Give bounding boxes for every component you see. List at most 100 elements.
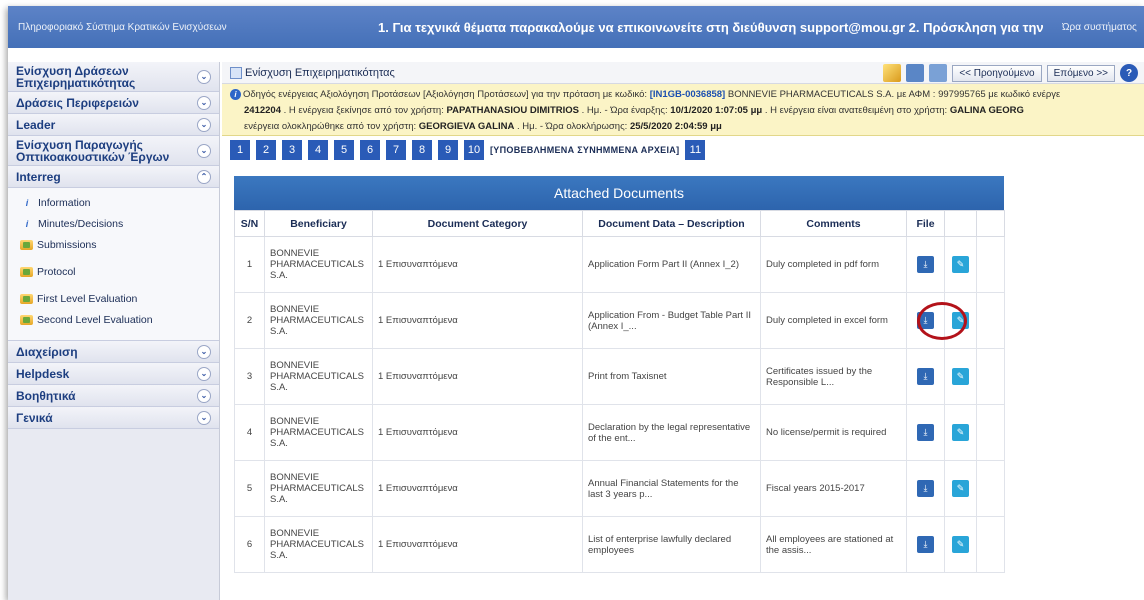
edit-document-icon[interactable]: ✎ bbox=[952, 256, 969, 273]
chevron-down-icon[interactable]: ⌄ bbox=[197, 366, 211, 381]
sidebar-item-first-level-evaluation[interactable]: First Level Evaluation bbox=[8, 288, 219, 309]
sidebar-section-business-support[interactable]: Ενίσχυση Δράσεων Επιχειρηματικότητας ⌄ bbox=[8, 62, 219, 92]
sidebar-section-management[interactable]: Διαχείριση ⌄ bbox=[8, 341, 219, 363]
sidebar-section-interreg[interactable]: Interreg ⌃ bbox=[8, 166, 219, 188]
chevron-up-icon[interactable]: ⌃ bbox=[197, 169, 211, 184]
edit-document-icon[interactable]: ✎ bbox=[952, 424, 969, 441]
page-icon bbox=[230, 66, 242, 79]
download-file-icon[interactable]: ⤓ bbox=[917, 256, 934, 273]
chevron-down-icon[interactable]: ⌄ bbox=[197, 388, 211, 403]
cell-description: Annual Financial Statements for the last… bbox=[582, 460, 761, 517]
sidebar-section-helpdesk[interactable]: Helpdesk ⌄ bbox=[8, 363, 219, 385]
step-1[interactable]: 1 bbox=[230, 140, 250, 160]
info-text: BONNEVIE PHARMACEUTICALS S.A. με ΑΦΜ : 9… bbox=[727, 89, 1061, 100]
grid-icon[interactable] bbox=[906, 64, 925, 82]
cell-empty bbox=[976, 404, 1005, 461]
sidebar-section-label: Helpdesk bbox=[16, 366, 70, 381]
sidebar-item-information[interactable]: i Information bbox=[8, 192, 219, 213]
step-4[interactable]: 4 bbox=[308, 140, 328, 160]
cell-beneficiary: BONNEVIE PHARMACEUTICALS S.A. bbox=[264, 516, 373, 573]
column-header-sn: S/N bbox=[234, 210, 265, 237]
info-value: 2412204 bbox=[244, 105, 281, 116]
cell-beneficiary: BONNEVIE PHARMACEUTICALS S.A. bbox=[264, 348, 373, 405]
sidebar-section-label: Ενίσχυση Δράσεων Επιχειρηματικότητας bbox=[16, 63, 136, 90]
table-row: 4 BONNEVIE PHARMACEUTICALS S.A. 1 Επισυναπ… bbox=[234, 404, 1005, 461]
cell-beneficiary: BONNEVIE PHARMACEUTICALS S.A. bbox=[264, 236, 373, 293]
cell-comments: Duly completed in excel form bbox=[760, 292, 907, 349]
chevron-down-icon[interactable]: ⌄ bbox=[197, 117, 211, 132]
cell-empty bbox=[976, 292, 1005, 349]
previous-button[interactable]: << Προηγούμενο bbox=[952, 64, 1042, 82]
next-button[interactable]: Επόμενο >> bbox=[1046, 64, 1115, 82]
edit-document-icon[interactable]: ✎ bbox=[952, 368, 969, 385]
column-header-file: File bbox=[906, 210, 945, 237]
chevron-down-icon[interactable]: ⌄ bbox=[197, 143, 211, 158]
edit-icon[interactable] bbox=[883, 64, 902, 82]
cell-edit: ✎ bbox=[944, 460, 977, 517]
sidebar-item-label: Submissions bbox=[37, 238, 97, 251]
step-3[interactable]: 3 bbox=[282, 140, 302, 160]
step-6[interactable]: 6 bbox=[360, 140, 380, 160]
sidebar-section-auxiliary[interactable]: Βοηθητικά ⌄ bbox=[8, 385, 219, 407]
step-8[interactable]: 8 bbox=[412, 140, 432, 160]
sidebar-item-label: First Level Evaluation bbox=[37, 292, 138, 305]
download-file-icon[interactable]: ⤓ bbox=[917, 480, 934, 497]
attached-documents-table: S/N Beneficiary Document Category Docume… bbox=[234, 210, 1005, 573]
cell-comments: Certificates issued by the Responsible L… bbox=[760, 348, 907, 405]
sidebar-section-general[interactable]: Γενικά ⌄ bbox=[8, 407, 219, 429]
cell-edit: ✎ bbox=[944, 236, 977, 293]
table-row: 1 BONNEVIE PHARMACEUTICALS S.A. 1 Επισυναπ… bbox=[234, 236, 1005, 293]
sidebar-section-audiovisual[interactable]: Ενίσχυση Παραγωγής Οπτικοακουστικών Έργω… bbox=[8, 136, 219, 166]
sidebar-item-submissions[interactable]: Submissions bbox=[8, 234, 219, 255]
cell-comments: All employees are stationed at the assis… bbox=[760, 516, 907, 573]
chevron-down-icon[interactable]: ⌄ bbox=[197, 410, 211, 425]
sidebar-section-label: Interreg bbox=[16, 169, 61, 184]
cell-beneficiary: BONNEVIE PHARMACEUTICALS S.A. bbox=[264, 460, 373, 517]
cell-file: ⤓ bbox=[906, 404, 945, 461]
chevron-down-icon[interactable]: ⌄ bbox=[197, 344, 211, 359]
sidebar-section-regions[interactable]: Δράσεις Περιφερειών ⌄ bbox=[8, 92, 219, 114]
info-value: 10/1/2020 1:07:05 μμ bbox=[670, 105, 763, 116]
sidebar-item-label: Minutes/Decisions bbox=[38, 217, 124, 230]
info-icon: i bbox=[230, 89, 241, 100]
cell-empty bbox=[976, 236, 1005, 293]
edit-document-icon[interactable]: ✎ bbox=[952, 536, 969, 553]
download-file-icon[interactable]: ⤓ bbox=[917, 368, 934, 385]
table-row: 3 BONNEVIE PHARMACEUTICALS S.A. 1 Επισυναπ… bbox=[234, 348, 1005, 405]
download-file-icon[interactable]: ⤓ bbox=[917, 536, 934, 553]
sidebar-section-label: Leader bbox=[16, 117, 56, 132]
folder-icon bbox=[20, 293, 33, 304]
step-11[interactable]: 11 bbox=[685, 140, 706, 160]
cell-empty bbox=[976, 460, 1005, 517]
step-7[interactable]: 7 bbox=[386, 140, 406, 160]
sidebar-section-leader[interactable]: Leader ⌄ bbox=[8, 114, 219, 136]
step-9[interactable]: 9 bbox=[438, 140, 458, 160]
info-value: 25/5/2020 2:04:59 μμ bbox=[629, 121, 722, 132]
info-value: PAPATHANASIOU DIMITRIOS bbox=[446, 105, 579, 116]
cell-category: 1 Επισυναπτόμενα bbox=[372, 404, 583, 461]
breadcrumb: Ενίσχυση Επιχειρηματικότητας << Προηγούμ… bbox=[222, 62, 1144, 84]
info-text: . Η ενέργεια ξεκίνησε από τον χρήστη: bbox=[283, 105, 444, 116]
sidebar-section-label: Γενικά bbox=[16, 410, 53, 425]
sidebar-item-minutes[interactable]: i Minutes/Decisions bbox=[8, 213, 219, 234]
chevron-down-icon[interactable]: ⌄ bbox=[197, 69, 211, 84]
cell-category: 1 Επισυναπτόμενα bbox=[372, 460, 583, 517]
cell-comments: Fiscal years 2015-2017 bbox=[760, 460, 907, 517]
cell-beneficiary: BONNEVIE PHARMACEUTICALS S.A. bbox=[264, 404, 373, 461]
sidebar: Ενίσχυση Δράσεων Επιχειρηματικότητας ⌄ Δ… bbox=[8, 62, 220, 600]
step-2[interactable]: 2 bbox=[256, 140, 276, 160]
chevron-down-icon[interactable]: ⌄ bbox=[197, 95, 211, 110]
sidebar-item-protocol[interactable]: Protocol bbox=[8, 261, 219, 282]
sidebar-item-second-level-evaluation[interactable]: Second Level Evaluation bbox=[8, 309, 219, 330]
sidebar-item-label: Information bbox=[38, 196, 91, 209]
column-header-beneficiary: Beneficiary bbox=[264, 210, 373, 237]
help-icon[interactable]: ? bbox=[1120, 64, 1138, 82]
cell-sn: 6 bbox=[234, 516, 265, 573]
step-10[interactable]: 10 bbox=[464, 140, 484, 160]
toolbar: << Προηγούμενο Επόμενο >> ? bbox=[883, 64, 1138, 82]
sidebar-item-label: Protocol bbox=[37, 265, 76, 278]
edit-document-icon[interactable]: ✎ bbox=[952, 480, 969, 497]
image-icon[interactable] bbox=[929, 64, 948, 82]
step-5[interactable]: 5 bbox=[334, 140, 354, 160]
download-file-icon[interactable]: ⤓ bbox=[917, 424, 934, 441]
